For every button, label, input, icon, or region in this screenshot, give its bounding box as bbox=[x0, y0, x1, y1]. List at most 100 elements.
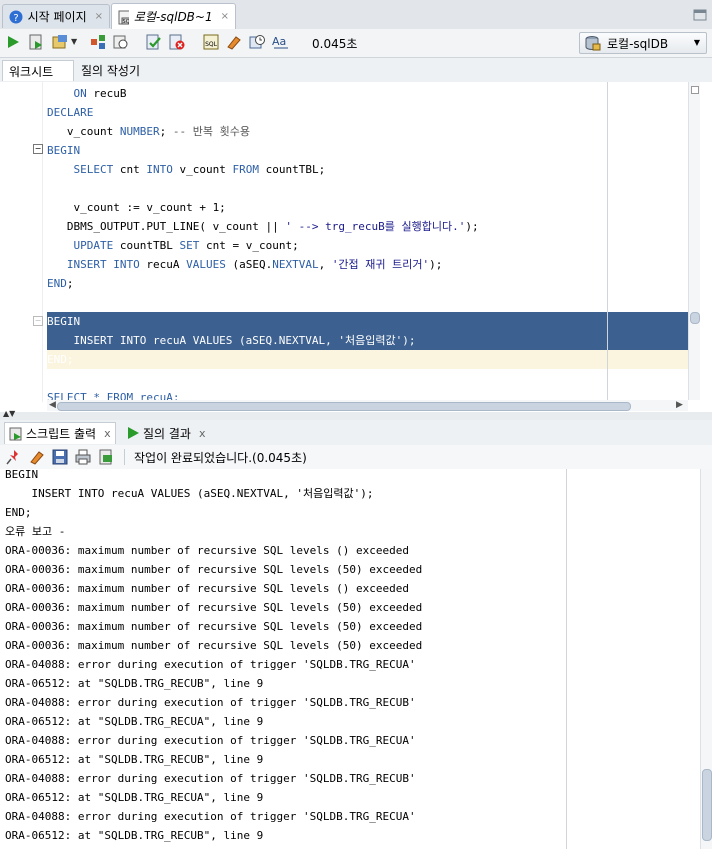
code-token: NEXTVAL bbox=[272, 258, 319, 271]
output-line: ORA-04088: error during execution of tri… bbox=[5, 734, 416, 747]
output-line: END; bbox=[5, 506, 32, 519]
code-line: v_count := v_count + 1; bbox=[47, 198, 225, 217]
code-token: ); bbox=[465, 220, 479, 233]
svg-text:SQL: SQL bbox=[205, 41, 218, 48]
autotrace-icon[interactable] bbox=[52, 34, 68, 50]
code-token: UPDATE bbox=[73, 239, 114, 252]
commit-icon[interactable] bbox=[146, 34, 162, 50]
code-token: ' --> trg_recuB를 실행합니다.' bbox=[285, 220, 466, 233]
code-token: BEGIN bbox=[47, 315, 81, 328]
close-icon[interactable]: x bbox=[104, 427, 111, 440]
gutter-divider bbox=[42, 82, 43, 402]
scroll-left-icon[interactable]: ◀ bbox=[49, 400, 56, 410]
code-token: SET bbox=[179, 239, 200, 252]
editor-horizontal-thumb[interactable] bbox=[57, 402, 631, 411]
tab-label: 시작 페이지 bbox=[27, 10, 87, 24]
output-line: ORA-00036: maximum number of recursive S… bbox=[5, 582, 409, 595]
code-token: END; bbox=[47, 353, 74, 366]
pane-splitter[interactable]: ▲▼ bbox=[0, 409, 712, 420]
run-statement-icon[interactable] bbox=[5, 34, 21, 50]
close-icon[interactable]: x bbox=[199, 427, 206, 440]
output-line: ORA-04088: error during execution of tri… bbox=[5, 772, 416, 785]
tab-label: 질의 결과 bbox=[143, 426, 191, 441]
tab-start-page[interactable]: ? 시작 페이지 × bbox=[2, 4, 110, 28]
clear-icon[interactable] bbox=[226, 34, 242, 50]
chevron-down-icon[interactable]: ▼ bbox=[71, 37, 77, 46]
scroll-corner-icon bbox=[691, 86, 699, 94]
svg-text:Aa: Aa bbox=[272, 35, 286, 48]
worksheet-toolbar: ▼ SQL Aa 0.045초 로컬-sqlDB ▼ bbox=[0, 29, 712, 58]
output-status: 작업이 완료되었습니다.(0.045초) bbox=[134, 451, 307, 465]
close-icon[interactable]: × bbox=[95, 11, 103, 22]
save-icon[interactable] bbox=[52, 449, 68, 465]
tab-label: 워크시트 bbox=[9, 64, 54, 79]
code-line: BEGIN bbox=[47, 141, 80, 160]
current-line-highlight bbox=[47, 350, 688, 369]
format-case-icon[interactable]: Aa bbox=[272, 34, 288, 50]
scroll-right-icon[interactable]: ▶ bbox=[676, 400, 683, 410]
explain-plan-icon[interactable] bbox=[90, 34, 106, 50]
fold-toggle-icon[interactable]: − bbox=[33, 144, 43, 154]
code-token: -- 반복 횟수용 bbox=[172, 125, 250, 138]
clear-icon[interactable] bbox=[29, 449, 45, 465]
output-line: ORA-04088: error during execution of tri… bbox=[5, 658, 416, 671]
code-token: (aSEQ. bbox=[225, 258, 273, 271]
tab-sql-worksheet[interactable]: SQL 로컬-sqlDB~1 × bbox=[111, 3, 236, 29]
script-output-icon bbox=[9, 427, 22, 440]
code-token: recuB bbox=[86, 87, 127, 100]
rollback-icon[interactable] bbox=[169, 34, 185, 50]
output-line: ORA-06512: at "SQLDB.TRG_RECUB", line 9 bbox=[5, 753, 264, 766]
history-icon[interactable] bbox=[249, 34, 265, 50]
open-file-icon[interactable] bbox=[98, 449, 114, 465]
tab-script-output[interactable]: 스크립트 출력 x bbox=[4, 422, 116, 444]
code-token: NUMBER bbox=[119, 125, 160, 138]
pin-icon[interactable] bbox=[6, 449, 22, 465]
output-line: ORA-04088: error during execution of tri… bbox=[5, 810, 416, 823]
code-token: ; bbox=[159, 125, 173, 138]
output-line: 오류 보고 - bbox=[5, 525, 66, 538]
code-token: INTO bbox=[146, 163, 173, 176]
tab-label: 로컬-sqlDB~1 bbox=[133, 10, 213, 24]
print-icon[interactable] bbox=[75, 449, 91, 465]
connection-label: 로컬-sqlDB bbox=[607, 36, 669, 51]
database-icon bbox=[585, 36, 601, 51]
tab-query-builder[interactable]: 질의 작성기 bbox=[75, 60, 146, 81]
close-icon[interactable]: × bbox=[221, 11, 229, 22]
code-line: INSERT INTO recuA VALUES (aSEQ.NEXTVAL, … bbox=[47, 255, 443, 274]
output-line: ORA-00036: maximum number of recursive S… bbox=[5, 544, 409, 557]
editor-vertical-scrollbar[interactable] bbox=[688, 82, 700, 400]
tab-query-result[interactable]: 질의 결과 x bbox=[122, 422, 210, 444]
editor-scroll-thumb[interactable] bbox=[690, 312, 700, 324]
script-output-panel[interactable]: BEGIN INSERT INTO recuA VALUES (aSEQ.NEX… bbox=[0, 469, 712, 849]
maximize-icon[interactable] bbox=[693, 9, 707, 21]
sql-tuning-icon[interactable] bbox=[113, 34, 129, 50]
output-line: BEGIN bbox=[5, 469, 39, 481]
tab-worksheet[interactable]: 워크시트 bbox=[2, 60, 74, 81]
code-token: DECLARE bbox=[47, 106, 94, 119]
output-line: ORA-06512: at "SQLDB.TRG_RECUA", line 9 bbox=[5, 791, 264, 804]
sql-editor[interactable]: − − ON recuB DECLARE v_count NUMBER; -- 반… bbox=[0, 82, 712, 413]
output-scroll-thumb[interactable] bbox=[702, 769, 712, 841]
code-token: VALUES bbox=[186, 258, 226, 271]
output-line: ORA-06512: at "SQLDB.TRG_RECUB", line 9 bbox=[5, 677, 264, 690]
output-line: INSERT INTO recuA VALUES (aSEQ.NEXTVAL, … bbox=[5, 487, 374, 500]
code-token: cnt = v_count; bbox=[199, 239, 299, 252]
collapse-up-icon[interactable]: ▲▼ bbox=[3, 409, 15, 418]
document-tab-bar: ? 시작 페이지 × SQL 로컬-sqlDB~1 × bbox=[0, 0, 712, 30]
unshared-sql-icon[interactable]: SQL bbox=[203, 34, 219, 50]
connection-selector[interactable]: 로컬-sqlDB ▼ bbox=[579, 32, 707, 54]
worksheet-mode-tabs: 워크시트 질의 작성기 bbox=[0, 58, 712, 83]
code-token: BEGIN bbox=[47, 144, 81, 157]
code-token: countTBL bbox=[113, 239, 180, 252]
run-script-icon[interactable] bbox=[28, 34, 44, 50]
fold-toggle-icon[interactable]: − bbox=[33, 316, 43, 326]
code-token: END bbox=[47, 277, 67, 290]
sql-worksheet-icon: SQL bbox=[118, 10, 129, 25]
output-line: ORA-00036: maximum number of recursive S… bbox=[5, 620, 423, 633]
code-token: INSERT INTO recuA VALUES (aSEQ.NEXTVAL, … bbox=[47, 334, 416, 347]
code-line: END; bbox=[47, 274, 74, 293]
code-token: recuA bbox=[139, 258, 187, 271]
